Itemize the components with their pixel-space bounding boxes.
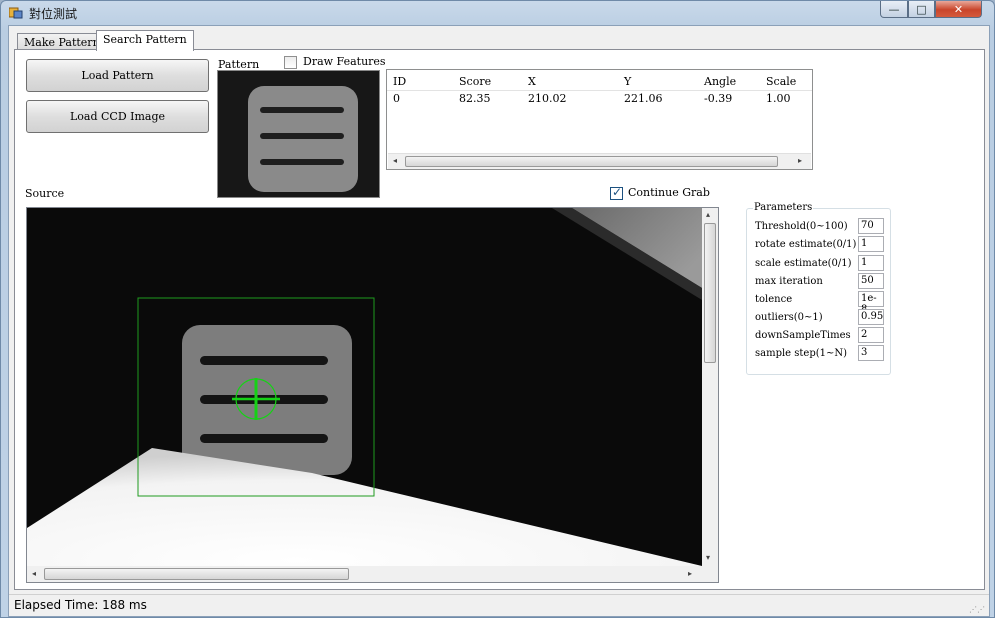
threshold-input[interactable]: 70	[858, 218, 884, 234]
scroll-left-icon[interactable]: ◂	[32, 569, 36, 578]
draw-features-checkbox[interactable]	[284, 56, 297, 69]
tab-label: Make Pattern	[24, 36, 100, 49]
parameters-group: Parameters Threshold(0~100) 70 rotate es…	[746, 202, 891, 375]
outliers-input[interactable]: 0.95	[858, 309, 884, 325]
source-horizontal-scrollbar[interactable]: ◂ ▸	[27, 566, 702, 582]
scale-estimate-input[interactable]: 1	[858, 255, 884, 271]
title-bar[interactable]: 對位測試 — □ ✕	[1, 1, 994, 25]
client-area: Make Pattern Search Pattern Load Pattern…	[8, 25, 990, 617]
scroll-thumb[interactable]	[405, 156, 778, 167]
pattern-image	[217, 70, 380, 198]
draw-features-label: Draw Features	[303, 55, 386, 68]
table-cell[interactable]: 82.35	[459, 92, 491, 105]
maximize-icon: □	[916, 2, 927, 16]
column-header[interactable]: Scale	[766, 75, 796, 88]
column-header[interactable]: Score	[459, 75, 491, 88]
column-header[interactable]: Angle	[704, 75, 736, 88]
grid-horizontal-scrollbar[interactable]: ◂ ▸	[388, 153, 811, 169]
pattern-preview	[218, 71, 379, 197]
param-label-outliers: outliers(0~1)	[755, 312, 823, 323]
downsample-times-input[interactable]: 2	[858, 327, 884, 343]
table-cell[interactable]: 1.00	[766, 92, 791, 105]
app-window: 對位測試 — □ ✕ Make Pattern Search Pattern L…	[0, 0, 995, 618]
close-icon: ✕	[953, 2, 964, 16]
button-label: Load CCD Image	[69, 110, 166, 123]
column-header[interactable]: ID	[393, 75, 406, 88]
scroll-left-icon[interactable]: ◂	[393, 156, 397, 165]
parameters-title: Parameters	[753, 202, 814, 213]
table-cell[interactable]: 221.06	[624, 92, 663, 105]
sample-step-input[interactable]: 3	[858, 345, 884, 361]
search-pattern-panel: Load Pattern Load CCD Image Pattern Draw…	[14, 49, 985, 590]
source-image-viewer[interactable]: ▴ ▾ ◂ ▸	[26, 207, 719, 583]
max-iteration-input[interactable]: 50	[858, 273, 884, 289]
button-label: Load Pattern	[81, 69, 154, 82]
minimize-button[interactable]: —	[880, 1, 908, 18]
scroll-right-icon[interactable]: ▸	[798, 156, 802, 165]
maximize-button[interactable]: □	[908, 1, 935, 18]
param-label-tolence: tolence	[755, 294, 793, 305]
source-vertical-scrollbar[interactable]: ▴ ▾	[702, 208, 718, 566]
continue-grab-label: Continue Grab	[628, 186, 710, 199]
header-divider	[387, 90, 812, 91]
close-button[interactable]: ✕	[935, 1, 982, 18]
status-bar: Elapsed Time: 188 ms ⋰⋰	[9, 594, 989, 616]
scroll-up-icon[interactable]: ▴	[706, 210, 710, 219]
source-image	[27, 208, 702, 566]
param-label-threshold: Threshold(0~100)	[755, 221, 848, 232]
minimize-icon: —	[888, 2, 900, 16]
tab-search-pattern[interactable]: Search Pattern	[96, 30, 194, 51]
resize-grip-icon[interactable]: ⋰⋰	[969, 605, 985, 614]
table-cell[interactable]: 210.02	[528, 92, 567, 105]
scroll-thumb[interactable]	[704, 223, 716, 363]
continue-grab-checkbox[interactable]: ✓	[610, 185, 623, 200]
param-label-downsample-times: downSampleTimes	[755, 330, 851, 341]
tolence-input[interactable]: 1e-8	[858, 291, 884, 315]
column-header[interactable]: X	[528, 75, 536, 88]
param-label-max-iteration: max iteration	[755, 276, 823, 287]
scroll-right-icon[interactable]: ▸	[688, 569, 692, 578]
tab-label: Search Pattern	[103, 33, 187, 46]
elapsed-time: Elapsed Time: 188 ms	[14, 598, 147, 612]
window-title: 對位測試	[29, 7, 78, 21]
param-label-scale-estimate: scale estimate(0/1)	[755, 258, 852, 269]
results-grid[interactable]: ID Score X Y Angle Scale 0 82.35 210.02 …	[386, 69, 813, 170]
table-cell[interactable]: 0	[393, 92, 400, 105]
tab-make-pattern[interactable]: Make Pattern	[17, 33, 107, 49]
param-label-rotate-estimate: rotate estimate(0/1)	[755, 239, 857, 250]
load-ccd-image-button[interactable]: Load CCD Image	[26, 100, 209, 133]
scroll-down-icon[interactable]: ▾	[706, 553, 710, 562]
table-cell[interactable]: -0.39	[704, 92, 732, 105]
rotate-estimate-input[interactable]: 1	[858, 236, 884, 252]
param-label-sample-step: sample step(1~N)	[755, 348, 848, 359]
column-header[interactable]: Y	[624, 75, 631, 88]
load-pattern-button[interactable]: Load Pattern	[26, 59, 209, 92]
scroll-thumb[interactable]	[44, 568, 349, 580]
checkmark-icon: ✓	[612, 185, 623, 199]
app-icon	[9, 7, 23, 19]
source-label: Source	[25, 187, 65, 200]
